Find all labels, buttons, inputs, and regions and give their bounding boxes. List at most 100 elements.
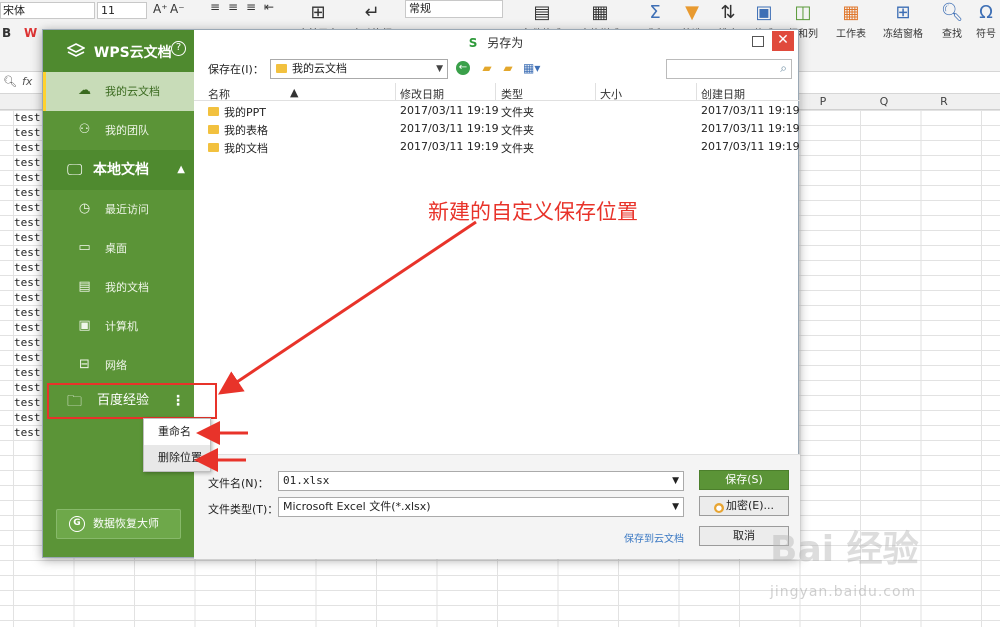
sidebar-item-recent[interactable]: ◷ 最近访问 (43, 190, 194, 229)
sidebar-item-label: 桌面 (105, 242, 127, 255)
file-name: 我的PPT (224, 106, 266, 119)
data-recovery-button[interactable]: G 数据恢复大师 (56, 509, 181, 539)
file-type: 文件夹 (501, 124, 534, 137)
wps-cloud-header: WPS云文档 ? (43, 30, 194, 72)
cell[interactable]: test (14, 290, 41, 305)
cell[interactable]: test (14, 125, 41, 140)
indent-icon[interactable]: ⇤ (264, 0, 274, 14)
file-created: 2017/03/11 19:19 (701, 104, 800, 117)
cell[interactable]: test (14, 335, 41, 350)
menu-item-delete-location[interactable]: 删除位置 (144, 445, 210, 471)
align-middle-icon[interactable]: ≡ (228, 0, 238, 14)
help-icon[interactable]: ? (171, 41, 186, 56)
column-r[interactable]: R (914, 95, 974, 108)
worksheet-icon: ▦ (842, 2, 860, 23)
cell[interactable]: test (14, 245, 41, 260)
chevron-down-icon[interactable]: ▼ (672, 472, 679, 490)
cell[interactable]: test (14, 140, 41, 155)
filetype-select[interactable]: Microsoft Excel 文件(*.xlsx) ▼ (278, 497, 684, 517)
cell[interactable]: test (14, 215, 41, 230)
sidebar-item-network[interactable]: ⊟ 网络 (43, 346, 194, 385)
cell[interactable]: test (14, 275, 41, 290)
align-top-icon[interactable]: ≡ (210, 0, 220, 14)
find-button[interactable]: 🔍︎ 查找 (940, 2, 964, 40)
bold-icon[interactable]: B (2, 26, 11, 40)
save-in-select[interactable]: 我的云文档 ▼ (270, 59, 448, 79)
find-icon: 🔍︎ (940, 2, 964, 23)
cell[interactable]: test (14, 365, 41, 380)
header-created[interactable]: 创建日期 (701, 86, 745, 102)
cell[interactable]: test (14, 425, 41, 440)
sidebar-item-custom-location[interactable]: 🗀︎ 百度经验 ⋮ (47, 383, 217, 419)
sidebar-item-label: 百度经验 (97, 393, 150, 408)
cell[interactable]: test (14, 155, 41, 170)
chevron-up-icon[interactable]: ▲ (177, 150, 185, 190)
cell[interactable]: test (14, 110, 41, 125)
cell[interactable]: test (14, 350, 41, 365)
worksheet-button[interactable]: ▦ 工作表 (836, 2, 866, 40)
data-recovery-label: 数据恢复大师 (93, 517, 159, 530)
cell[interactable]: test (14, 200, 41, 215)
shrink-font-icon[interactable]: A⁻ (170, 2, 185, 16)
chevron-down-icon: ▼ (436, 64, 443, 74)
font-size-select[interactable]: 11 (97, 2, 147, 19)
column-q[interactable]: Q (854, 95, 914, 108)
sidebar-item-desktop[interactable]: ▭ 桌面 (43, 229, 194, 268)
fx-label[interactable]: fx (22, 75, 32, 88)
sidebar-item-label: 网络 (105, 359, 127, 372)
align-bottom-icon[interactable]: ≡ (246, 0, 256, 14)
cell[interactable]: test (14, 380, 41, 395)
freeze-panes-button[interactable]: ⊞ 冻结窗格 (883, 2, 923, 40)
symbol-button[interactable]: Ω 符号 (974, 2, 998, 40)
column-p[interactable]: P (793, 95, 853, 108)
cell[interactable]: test (14, 305, 41, 320)
search-input[interactable]: ⌕ (666, 59, 792, 79)
cell[interactable]: test (14, 185, 41, 200)
format-icon: ▣ (755, 2, 773, 23)
save-to-cloud-link[interactable]: 保存到云文档 (624, 530, 684, 545)
sidebar-section-local[interactable]: 🖵︎ 本地文档 ▲ (43, 150, 194, 190)
filename-input[interactable]: 01.xlsx ▼ (278, 471, 684, 491)
back-icon[interactable]: ← (456, 61, 470, 75)
maximize-icon[interactable] (752, 36, 764, 47)
file-row[interactable]: 我的PPT 2017/03/11 19:19 文件夹 2017/03/11 19… (194, 102, 800, 120)
cell[interactable]: test (14, 395, 41, 410)
more-options-icon[interactable]: ⋮ (171, 385, 185, 417)
sidebar-item-label: 我的云文档 (105, 85, 160, 98)
new-folder-icon[interactable]: ▰ (500, 61, 516, 75)
sidebar-item-label: 我的团队 (105, 124, 149, 137)
sidebar-item-my-team[interactable]: ⚇ 我的团队 (43, 111, 194, 150)
encrypt-button[interactable]: ● 加密(E)... (699, 496, 789, 516)
header-modified[interactable]: 修改日期 (400, 86, 444, 102)
dialog-sidebar: WPS云文档 ? ☁ 我的云文档 ⚇ 我的团队 🖵︎ 本地文档 ▲ ◷ 最近访问… (43, 30, 217, 557)
cell[interactable]: test (14, 230, 41, 245)
header-type[interactable]: 类型 (501, 86, 523, 102)
number-format-select[interactable]: 常规 (405, 0, 503, 18)
cell[interactable]: test (14, 170, 41, 185)
cell[interactable]: test (14, 320, 41, 335)
file-row[interactable]: 我的文档 2017/03/11 19:19 文件夹 2017/03/11 19:… (194, 138, 800, 156)
cell[interactable]: test (14, 260, 41, 275)
file-row[interactable]: 我的表格 2017/03/11 19:19 文件夹 2017/03/11 19:… (194, 120, 800, 138)
cell[interactable]: test (14, 410, 41, 425)
view-menu-icon[interactable]: ▦▾ (523, 61, 540, 75)
header-size[interactable]: 大小 (600, 86, 622, 102)
font-name-select[interactable]: 宋体 (0, 2, 95, 19)
sort-ascending-icon: ▲ (290, 86, 299, 99)
up-folder-icon[interactable]: ▰ (479, 61, 495, 75)
sidebar-item-computer[interactable]: ▣ 计算机 (43, 307, 194, 346)
zoom-icon[interactable]: 🔍︎ (3, 75, 17, 88)
file-name: 我的文档 (224, 142, 268, 155)
save-button[interactable]: 保存(S) (699, 470, 789, 490)
sidebar-item-my-cloud[interactable]: ☁ 我的云文档 (43, 72, 194, 111)
header-name[interactable]: 名称 (208, 86, 230, 102)
close-button[interactable]: ✕ (772, 31, 794, 51)
wps-s-logo-icon: S (468, 36, 478, 50)
menu-item-rename[interactable]: 重命名 (144, 419, 210, 445)
cloud-folder-icon: ☁ (78, 83, 91, 98)
grow-font-icon[interactable]: A⁺ (153, 2, 168, 16)
sidebar-item-documents[interactable]: ▤ 我的文档 (43, 268, 194, 307)
file-modified: 2017/03/11 19:19 (400, 104, 499, 117)
file-created: 2017/03/11 19:19 (701, 140, 800, 153)
dialog-title-bar: S 另存为 (194, 30, 798, 56)
